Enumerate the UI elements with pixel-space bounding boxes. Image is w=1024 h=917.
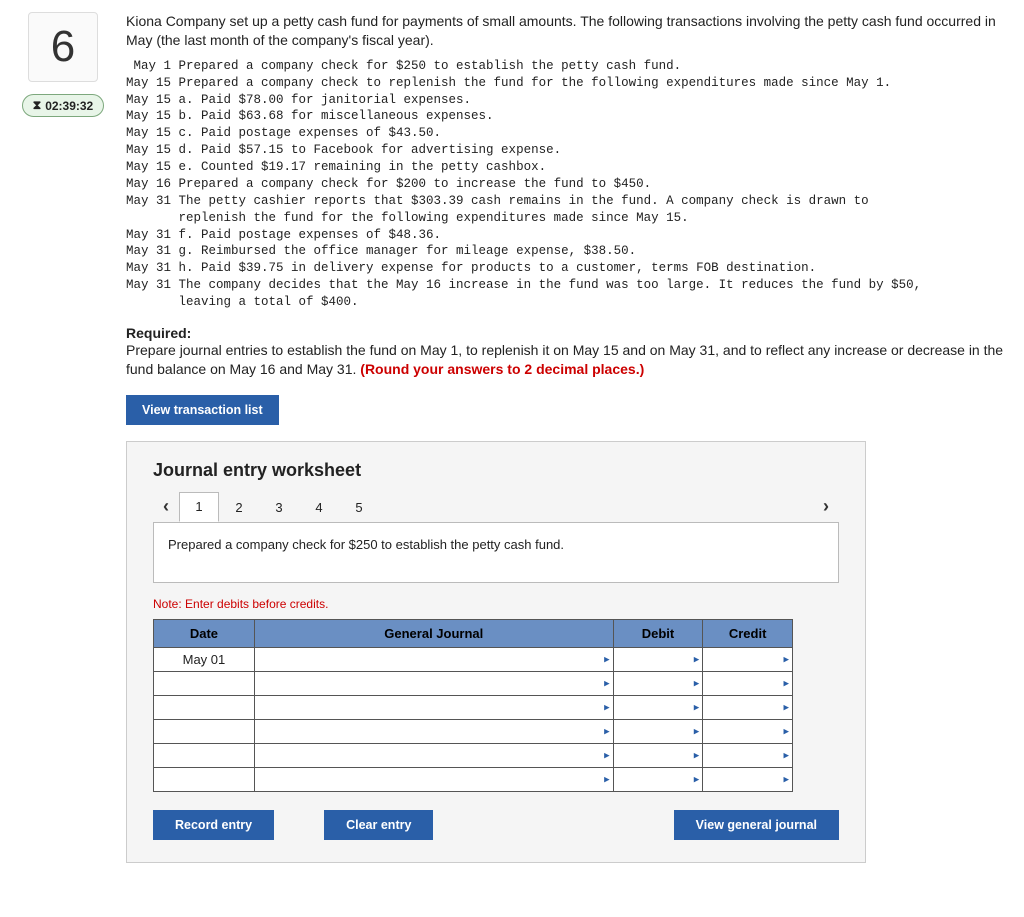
- worksheet-title: Journal entry worksheet: [153, 460, 839, 481]
- col-date: Date: [154, 619, 255, 647]
- credit-cell[interactable]: [703, 743, 793, 767]
- date-cell[interactable]: [154, 767, 255, 791]
- debit-cell[interactable]: [613, 767, 703, 791]
- col-debit: Debit: [613, 619, 703, 647]
- debit-cell[interactable]: [613, 695, 703, 719]
- tab-2[interactable]: 2: [219, 492, 259, 522]
- table-row: [154, 767, 793, 791]
- table-row: [154, 719, 793, 743]
- question-number: 6: [51, 22, 75, 72]
- date-cell[interactable]: [154, 743, 255, 767]
- date-cell[interactable]: May 01: [154, 647, 255, 671]
- date-cell[interactable]: [154, 671, 255, 695]
- hourglass-icon: ⧗: [33, 98, 41, 113]
- view-general-journal-button[interactable]: View general journal: [674, 810, 839, 840]
- col-general-journal: General Journal: [254, 619, 613, 647]
- entry-description: Prepared a company check for $250 to est…: [153, 522, 839, 583]
- table-row: [154, 743, 793, 767]
- account-cell[interactable]: [254, 695, 613, 719]
- record-entry-button[interactable]: Record entry: [153, 810, 274, 840]
- credit-cell[interactable]: [703, 647, 793, 671]
- account-cell[interactable]: [254, 671, 613, 695]
- debits-before-credits-note: Note: Enter debits before credits.: [153, 597, 839, 611]
- tab-3[interactable]: 3: [259, 492, 299, 522]
- debit-cell[interactable]: [613, 671, 703, 695]
- view-transaction-list-button[interactable]: View transaction list: [126, 395, 279, 425]
- table-row: [154, 671, 793, 695]
- problem-intro: Kiona Company set up a petty cash fund f…: [126, 12, 1006, 50]
- journal-table: Date General Journal Debit Credit May 01: [153, 619, 793, 792]
- journal-worksheet-panel: Journal entry worksheet ‹ 1 2 3 4 5 › Pr…: [126, 441, 866, 863]
- timer-pill: ⧗ 02:39:32: [22, 94, 104, 117]
- worksheet-tabs: ‹ 1 2 3 4 5 ›: [153, 491, 839, 523]
- credit-cell[interactable]: [703, 767, 793, 791]
- required-warning: (Round your answers to 2 decimal places.…: [360, 361, 644, 377]
- table-row: [154, 695, 793, 719]
- debit-cell[interactable]: [613, 647, 703, 671]
- credit-cell[interactable]: [703, 671, 793, 695]
- tab-4[interactable]: 4: [299, 492, 339, 522]
- account-cell[interactable]: [254, 743, 613, 767]
- debit-cell[interactable]: [613, 719, 703, 743]
- clear-entry-button[interactable]: Clear entry: [324, 810, 433, 840]
- debit-cell[interactable]: [613, 743, 703, 767]
- required-label: Required:: [126, 325, 191, 341]
- date-cell[interactable]: [154, 695, 255, 719]
- account-cell[interactable]: [254, 719, 613, 743]
- date-cell[interactable]: [154, 719, 255, 743]
- credit-cell[interactable]: [703, 695, 793, 719]
- account-cell[interactable]: [254, 767, 613, 791]
- account-cell[interactable]: [254, 647, 613, 671]
- chevron-right-icon[interactable]: ›: [813, 491, 839, 523]
- chevron-left-icon[interactable]: ‹: [153, 491, 179, 523]
- timer-value: 02:39:32: [45, 99, 93, 113]
- credit-cell[interactable]: [703, 719, 793, 743]
- tab-5[interactable]: 5: [339, 492, 379, 522]
- transactions-block: May 1 Prepared a company check for $250 …: [126, 58, 1006, 311]
- question-number-box: 6: [28, 12, 98, 82]
- table-row: May 01: [154, 647, 793, 671]
- tab-1[interactable]: 1: [179, 492, 219, 522]
- required-text: Prepare journal entries to establish the…: [126, 342, 1003, 377]
- col-credit: Credit: [703, 619, 793, 647]
